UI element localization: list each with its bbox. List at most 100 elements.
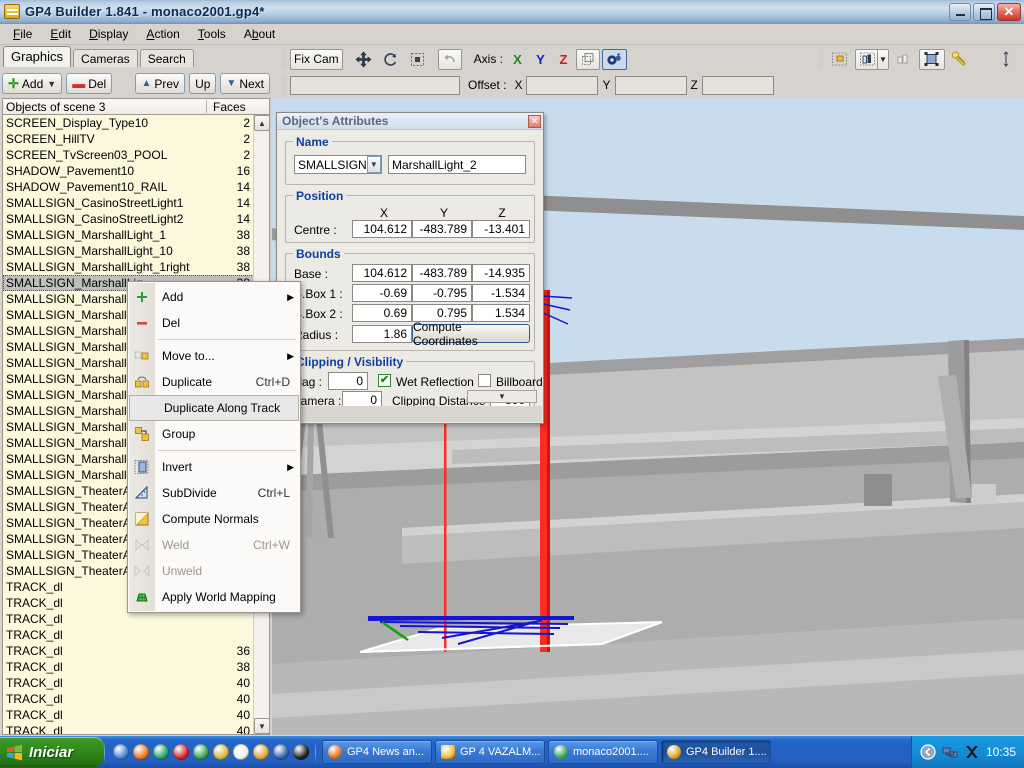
bbox1-x-input[interactable]: -0.69 [352, 284, 412, 302]
flag-input[interactable]: 0 [328, 372, 368, 390]
del-button[interactable]: ▬ Del [66, 73, 113, 94]
list-item[interactable]: SMALLSIGN_MarshallLight_1 38 [3, 227, 254, 243]
axis-y-button[interactable]: Y [530, 49, 551, 70]
add-button[interactable]: ✛ Add ▼ [2, 73, 63, 94]
menu-display[interactable]: Display [80, 25, 137, 43]
list-item[interactable]: SCREEN_Display_Type10 2 [3, 115, 254, 131]
select-tool-icon[interactable] [405, 49, 430, 70]
context-menu-item-subdivide[interactable]: SubDivide Ctrl+L [128, 480, 300, 506]
network-icon[interactable] [942, 744, 958, 760]
winamp-icon[interactable] [233, 744, 249, 760]
firefox-icon[interactable] [133, 744, 149, 760]
context-menu-item-apply-world-mapping[interactable]: Apply World Mapping [128, 584, 300, 610]
offset-z-input[interactable] [701, 75, 774, 95]
base-y-input[interactable]: -483.789 [412, 264, 472, 282]
list-header-faces[interactable]: Faces [207, 100, 269, 114]
opera-icon[interactable] [173, 744, 189, 760]
centre-z-input[interactable]: -13.401 [472, 220, 530, 238]
offset-toolbar-grip[interactable] [282, 76, 286, 94]
base-z-input[interactable]: -14.935 [472, 264, 530, 282]
dialog-expander-dropdown[interactable]: ▼ [467, 390, 537, 403]
start-button[interactable]: Iniciar [0, 737, 104, 767]
next-button[interactable]: ▼ Next [220, 73, 270, 94]
clock[interactable]: 10:35 [986, 745, 1016, 759]
list-item[interactable]: TRACK_dl 40 [3, 675, 254, 691]
wet-reflection-checkbox[interactable]: ✔ [378, 374, 391, 387]
menu-edit[interactable]: Edit [41, 25, 80, 43]
taskbar-button[interactable]: GP4 News an... [322, 740, 432, 764]
settings-gear-icon[interactable] [602, 48, 628, 70]
list-item[interactable]: TRACK_dl [3, 611, 254, 627]
list-item[interactable]: SCREEN_HillTV 2 [3, 131, 254, 147]
centre-y-input[interactable]: -483.789 [412, 220, 472, 238]
netscape-icon[interactable] [153, 744, 169, 760]
dialog-titlebar[interactable]: Object's Attributes × [277, 113, 543, 130]
globe-icon[interactable] [293, 744, 309, 760]
list-item[interactable]: TRACK_dl 36 [3, 643, 254, 659]
menu-file[interactable]: File [4, 25, 41, 43]
toolbar-grip-right[interactable] [819, 50, 823, 68]
list-item[interactable]: TRACK_dl 40 [3, 723, 254, 734]
bbox2-x-input[interactable]: 0.69 [352, 304, 412, 322]
list-item[interactable]: SMALLSIGN_CasinoStreetLight2 14 [3, 211, 254, 227]
toolbar-grip[interactable] [282, 50, 286, 68]
texture-brush-icon[interactable] [947, 49, 973, 70]
list-item[interactable]: SMALLSIGN_CasinoStreetLight1 14 [3, 195, 254, 211]
list-item[interactable]: SMALLSIGN_MarshallLight_10 38 [3, 243, 254, 259]
menu-about[interactable]: About [235, 25, 284, 43]
menu-action[interactable]: Action [137, 25, 188, 43]
object-select-icon[interactable] [827, 49, 853, 70]
menu-tools[interactable]: Tools [189, 25, 235, 43]
msn-icon[interactable] [253, 744, 269, 760]
list-item[interactable]: SHADOW_Pavement10 16 [3, 163, 254, 179]
move-tool-icon[interactable] [351, 49, 376, 70]
base-x-input[interactable]: 104.612 [352, 264, 412, 282]
list-item[interactable]: TRACK_dl 40 [3, 691, 254, 707]
context-menu-item-duplicate[interactable]: Duplicate Ctrl+D [128, 369, 300, 395]
radius-input[interactable]: 1.86 [352, 325, 412, 343]
restore-button[interactable] [973, 2, 995, 21]
compute-coordinates-button[interactable]: Compute Coordinates [412, 320, 530, 348]
taskbar-button[interactable]: GP4 Builder 1.... [661, 740, 771, 764]
context-menu-item-compute-normals[interactable]: Compute Normals [128, 506, 300, 532]
bbox1-z-input[interactable]: -1.534 [472, 284, 530, 302]
tab-cameras[interactable]: Cameras [73, 49, 138, 67]
undo-icon[interactable] [437, 48, 462, 70]
prev-button[interactable]: ▲ Prev [135, 73, 186, 94]
axis-x-button[interactable]: X [507, 49, 528, 70]
name-field[interactable] [290, 75, 460, 95]
show-desktop-icon[interactable] [113, 744, 129, 760]
list-item[interactable]: TRACK_dl [3, 627, 254, 643]
scroll-down-icon[interactable]: ▼ [254, 718, 269, 734]
context-menu-item-add[interactable]: Add ▶ [128, 284, 300, 310]
offset-y-input[interactable] [614, 75, 687, 95]
context-menu-item-del[interactable]: Del [128, 310, 300, 336]
context-menu-item-duplicate-along-track[interactable]: Duplicate Along Track [129, 395, 299, 421]
bbox1-y-input[interactable]: -0.795 [412, 284, 472, 302]
taskbar-button[interactable]: GP 4 VAZALM... [435, 740, 545, 764]
paint-icon[interactable] [213, 744, 229, 760]
utorrent-icon[interactable] [193, 744, 209, 760]
list-item[interactable]: TRACK_dl 40 [3, 707, 254, 723]
scroll-up-icon[interactable]: ▲ [254, 115, 269, 131]
vertical-resize-icon[interactable] [995, 49, 1016, 70]
list-item[interactable]: SCREEN_TvScreen03_POOL 2 [3, 147, 254, 163]
chevron-down-icon[interactable]: ▼ [366, 156, 381, 173]
bounding-box-icon[interactable] [919, 48, 945, 70]
billboard-checkbox[interactable]: ✔ [478, 374, 491, 387]
show-hidden-icon[interactable] [920, 744, 936, 760]
context-menu-item-invert[interactable]: Invert ▶ [128, 454, 300, 480]
name-suffix-input[interactable]: MarshallLight_2 [388, 155, 526, 174]
list-item[interactable]: SHADOW_Pavement10_RAIL 14 [3, 179, 254, 195]
taskbar-button[interactable]: monaco2001.... [548, 740, 658, 764]
centre-x-input[interactable]: 104.612 [352, 220, 412, 238]
object-group-icon[interactable] [891, 49, 917, 70]
offset-x-input[interactable] [526, 75, 599, 95]
object-list-icon[interactable]: ▼ [855, 48, 889, 70]
axis-z-button[interactable]: Z [553, 49, 574, 70]
quicktime-icon[interactable] [273, 744, 289, 760]
context-menu-item-group[interactable]: Group [128, 421, 300, 447]
tab-search[interactable]: Search [139, 49, 194, 67]
tab-graphics[interactable]: Graphics [3, 46, 72, 67]
fix-cam-button[interactable]: Fix Cam [290, 48, 343, 70]
